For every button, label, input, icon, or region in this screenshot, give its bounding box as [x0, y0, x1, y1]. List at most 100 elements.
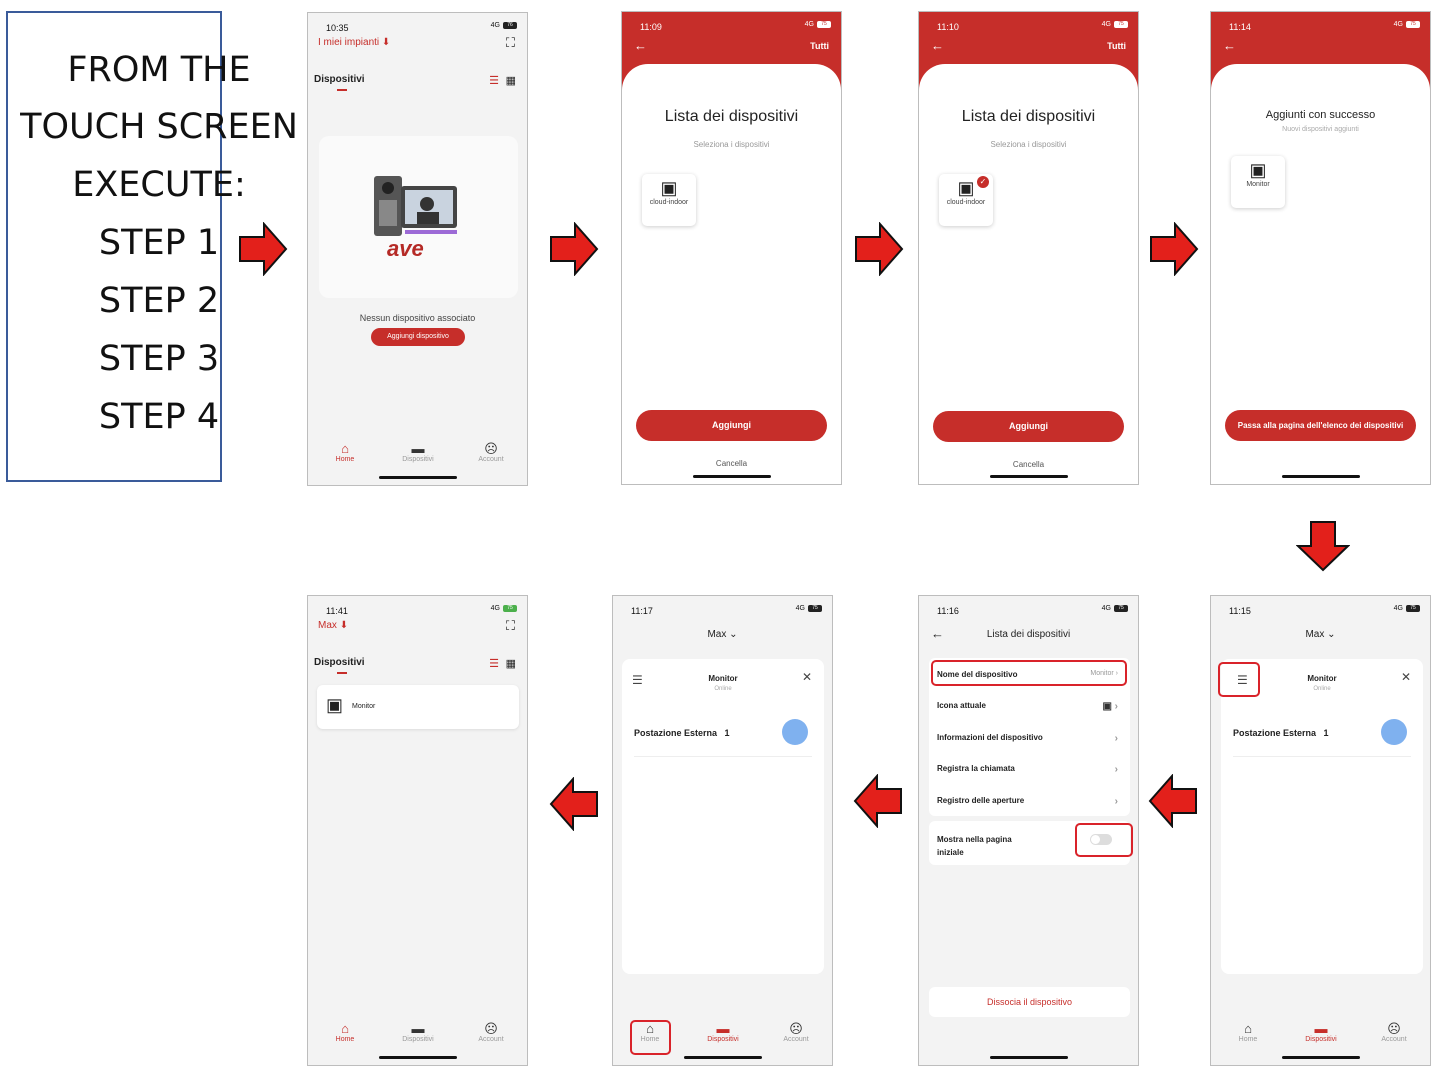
account-icon: ☹ — [484, 1021, 498, 1036]
content-card: Lista dei dispositivi Seleziona i dispos… — [919, 64, 1138, 484]
tab-devices[interactable]: ▬ Dispositivi — [1291, 1021, 1351, 1043]
monitor-icon: ▣ — [1249, 160, 1267, 180]
device-label: Monitor — [1246, 181, 1270, 188]
chevron-down-icon: ⌄ — [1327, 629, 1336, 640]
row-openings-log[interactable]: Registro delle aperture › — [937, 796, 1122, 807]
status-indicators: 4G 75 — [1394, 21, 1420, 28]
plant-selector[interactable]: Max ⌄ — [1211, 629, 1430, 640]
battery-icon: 75 — [1406, 605, 1420, 612]
device-tile-selected[interactable]: ▣ cloud-indoor ✓ — [939, 174, 993, 226]
screen-device-detail: 11:15 4G 75 Max ⌄ ☰ Monitor Online ✕ Post… — [1210, 595, 1431, 1066]
show-home-label: Mostra nella pagina iniziale — [937, 835, 1012, 857]
highlight-toggle — [1075, 823, 1133, 857]
tab-account[interactable]: ☹ Account — [461, 441, 521, 463]
status-time: 10:35 — [326, 23, 349, 33]
home-indicator — [989, 1056, 1068, 1059]
add-button[interactable]: Aggiungi — [933, 411, 1124, 442]
scan-icon[interactable]: ⛶ — [506, 618, 515, 634]
instruction-line: TOUCH SCREEN — [20, 107, 298, 147]
plant-selector[interactable]: Max ⬇ — [318, 620, 348, 631]
cancel-link[interactable]: Cancella — [919, 460, 1138, 469]
screen-home-with-device: 11:41 4G 75 Max ⬇ ⛶ Dispositivi ☰ ▦ ▣ Mon… — [307, 595, 528, 1066]
dissociate-button[interactable]: Dissocia il dispositivo — [929, 987, 1130, 1017]
list-view-icon[interactable]: ☰ — [489, 657, 499, 670]
arrow-right-icon — [855, 222, 904, 276]
close-icon[interactable]: ✕ — [1401, 670, 1411, 684]
status-time: 11:10 — [937, 22, 959, 32]
device-name: Monitor — [708, 674, 738, 683]
back-arrow-icon[interactable]: ← — [931, 38, 944, 53]
device-tile[interactable]: ▣ Monitor — [1231, 156, 1285, 208]
status-time: 11:17 — [631, 606, 653, 616]
battery-icon: 75 — [808, 605, 822, 612]
device-tile[interactable]: ▣ cloud-indoor — [642, 174, 696, 226]
highlight-home-tab — [630, 1020, 671, 1055]
status-time: 11:16 — [937, 606, 959, 616]
page-title: Lista dei dispositivi — [961, 108, 1096, 125]
tab-devices[interactable]: ▬ Dispositivi — [693, 1021, 753, 1043]
devices-icon: ▬ — [716, 1021, 730, 1036]
home-indicator — [1281, 1056, 1360, 1059]
home-indicator — [378, 476, 457, 479]
monitor-icon: ▣ — [660, 178, 678, 198]
tab-home[interactable]: ⌂ Home — [1218, 1021, 1278, 1043]
divider — [1233, 756, 1411, 757]
station-label: Postazione Esterna 1 — [634, 728, 730, 738]
select-all-link[interactable]: Tutti — [1107, 41, 1126, 51]
video-call-icon[interactable] — [1381, 719, 1407, 745]
screen-devices-empty: 10:35 4G 76 I miei impianti ⬇ ⛶ Dispositi… — [307, 12, 528, 486]
select-all-link[interactable]: Tutti — [810, 41, 829, 51]
cancel-link[interactable]: Cancella — [622, 459, 841, 468]
battery-icon: 75 — [1406, 21, 1420, 28]
status-indicators: 4G 75 — [796, 605, 822, 612]
device-name: Monitor — [352, 703, 376, 710]
list-view-icon[interactable]: ☰ — [489, 74, 499, 87]
section-title: Dispositivi — [314, 657, 365, 668]
row-device-info[interactable]: Informazioni del dispositivo › — [937, 733, 1122, 744]
arrow-right-icon — [239, 222, 288, 276]
video-call-icon[interactable] — [782, 719, 808, 745]
back-arrow-icon[interactable]: ← — [634, 38, 647, 53]
battery-icon: 76 — [503, 22, 517, 29]
tab-account[interactable]: ☹ Account — [1364, 1021, 1424, 1043]
screen-device-list-selected: 11:10 4G 75 ← Tutti Lista dei dispositivi… — [918, 11, 1139, 485]
empty-illustration: ave — [319, 136, 518, 298]
battery-icon: 75 — [1114, 21, 1128, 28]
page-title: Lista dei dispositivi — [664, 108, 799, 125]
status-indicators: 4G 76 — [491, 22, 517, 29]
device-row[interactable]: ▣ Monitor — [317, 685, 519, 729]
row-record-call[interactable]: Registra la chiamata › — [937, 764, 1122, 775]
device-card: ☰ Monitor Online ✕ Postazione Esterna 1 — [1221, 659, 1423, 974]
monitor-icon: ▣ — [1102, 701, 1112, 712]
row-current-icon[interactable]: Icona attuale ▣ › — [937, 701, 1122, 712]
grid-view-icon[interactable]: ▦ — [506, 657, 516, 670]
chevron-right-icon: › — [1114, 796, 1118, 807]
add-device-button[interactable]: Aggiungi dispositivo — [371, 328, 465, 346]
close-icon[interactable]: ✕ — [802, 670, 812, 684]
tab-home[interactable]: ⌂ Home — [315, 441, 375, 463]
status-indicators: 4G 75 — [805, 21, 831, 28]
battery-icon: 75 — [817, 21, 831, 28]
page-subtitle: Seleziona i dispositivi — [693, 140, 770, 149]
grid-view-icon[interactable]: ▦ — [506, 74, 516, 87]
tab-home[interactable]: ⌂ Home — [315, 1021, 375, 1043]
tab-devices[interactable]: ▬ Dispositivi — [388, 441, 448, 463]
scan-icon[interactable]: ⛶ — [506, 35, 515, 51]
screen-device-detail-home: 11:17 4G 75 Max ⌄ ☰ Monitor Online ✕ Post… — [612, 595, 833, 1066]
goto-device-list-button[interactable]: Passa alla pagina dell'elenco dei dispos… — [1225, 410, 1416, 441]
plants-selector[interactable]: I miei impianti ⬇ — [318, 37, 390, 48]
tab-account[interactable]: ☹ Account — [766, 1021, 826, 1043]
back-arrow-icon[interactable]: ← — [1223, 38, 1236, 53]
page-title: Aggiunti con successo — [1265, 109, 1376, 121]
instruction-line: STEP 3 — [98, 339, 220, 379]
chevron-down-icon: ⌄ — [729, 629, 738, 640]
page-title: Lista dei dispositivi — [986, 629, 1071, 640]
home-icon: ⌂ — [341, 441, 349, 456]
highlight-name-row — [931, 660, 1127, 686]
add-button[interactable]: Aggiungi — [636, 410, 827, 441]
content-card: Aggiunti con successo Nuovi dispositivi … — [1211, 64, 1430, 484]
tab-devices[interactable]: ▬ Dispositivi — [388, 1021, 448, 1043]
home-indicator — [378, 1056, 457, 1059]
tab-account[interactable]: ☹ Account — [461, 1021, 521, 1043]
plant-selector[interactable]: Max ⌄ — [613, 629, 832, 640]
